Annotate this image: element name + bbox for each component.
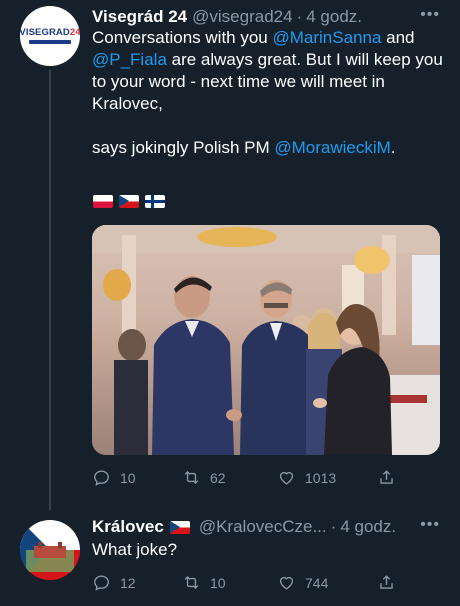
- tweet-text: What joke?: [92, 540, 178, 559]
- separator-dot: ·: [330, 517, 337, 536]
- text-segment: .: [390, 138, 396, 157]
- avatar[interactable]: [20, 520, 80, 580]
- heart-icon: [279, 576, 294, 590]
- timestamp[interactable]: 4 godz.: [306, 7, 362, 27]
- flag-finland-icon: [145, 195, 165, 208]
- avatar[interactable]: VISEGRAD24: [20, 6, 80, 66]
- flag-czechia-icon: [169, 520, 190, 534]
- flag-emoji-row: [93, 195, 165, 208]
- flag-czechia-icon: [119, 195, 139, 208]
- retweet-icon: [184, 576, 199, 589]
- kralovec-flag-avatar-icon: [20, 520, 80, 580]
- display-name[interactable]: Visegrád 24: [92, 7, 187, 27]
- heart-icon: [279, 471, 294, 485]
- reply-button[interactable]: 10: [92, 468, 182, 487]
- like-count: 744: [305, 574, 329, 591]
- reply-count: 12: [120, 574, 136, 591]
- reply-icon: [94, 575, 109, 591]
- flag-poland-icon: [93, 195, 113, 208]
- share-button[interactable]: [377, 468, 396, 487]
- share-icon: [380, 575, 393, 589]
- more-icon[interactable]: •••: [420, 516, 440, 534]
- thread-line: [49, 70, 51, 510]
- more-icon[interactable]: •••: [420, 6, 440, 24]
- retweet-count: 62: [210, 469, 226, 486]
- display-name[interactable]: Královec: [92, 517, 164, 537]
- retweet-button[interactable]: 10: [182, 573, 277, 592]
- text-segment: says jokingly Polish PM: [92, 138, 275, 157]
- tweet[interactable]: VISEGRAD24 Visegrád 24 @visegrad24 · 4 g…: [0, 0, 460, 510]
- share-icon: [380, 470, 393, 484]
- tweet-photo[interactable]: [92, 225, 440, 455]
- mention-link[interactable]: @MarinSanna: [272, 28, 381, 47]
- like-button[interactable]: 1013: [277, 468, 377, 487]
- handle[interactable]: @KralovecCze...: [199, 517, 327, 537]
- reply-tweet[interactable]: Královec @KralovecCze... · 4 godz. ••• W…: [0, 500, 460, 606]
- tweet-header: Visegrád 24 @visegrad24 · 4 godz. •••: [92, 6, 440, 28]
- retweet-icon: [184, 471, 199, 484]
- reply-count: 10: [120, 469, 136, 486]
- tweet-text: Conversations with you @MarinSanna and @…: [92, 27, 452, 159]
- retweet-count: 10: [210, 574, 226, 591]
- visegrad24-logo: VISEGRAD24: [20, 27, 80, 39]
- share-button[interactable]: [377, 573, 396, 592]
- text-segment: Conversations with you: [92, 28, 273, 47]
- tweet-actions: 12 10 744: [92, 573, 400, 592]
- reply-button[interactable]: 12: [92, 573, 182, 592]
- handle[interactable]: @visegrad24: [192, 7, 292, 27]
- timestamp[interactable]: 4 godz.: [340, 517, 396, 537]
- reply-icon: [94, 470, 109, 486]
- like-button[interactable]: 744: [277, 573, 377, 592]
- photo-illustration: [92, 225, 440, 455]
- tweet-header: Královec @KralovecCze... · 4 godz. •••: [92, 516, 440, 538]
- tweet-actions: 10 62 1013: [92, 468, 400, 487]
- separator-dot: ·: [296, 7, 303, 26]
- like-count: 1013: [305, 469, 337, 486]
- mention-link[interactable]: @MorawieckiM: [274, 138, 390, 157]
- logo-bar: [29, 39, 71, 44]
- text-segment: and: [381, 28, 415, 47]
- mention-link[interactable]: @P_Fiala: [92, 50, 167, 69]
- retweet-button[interactable]: 62: [182, 468, 277, 487]
